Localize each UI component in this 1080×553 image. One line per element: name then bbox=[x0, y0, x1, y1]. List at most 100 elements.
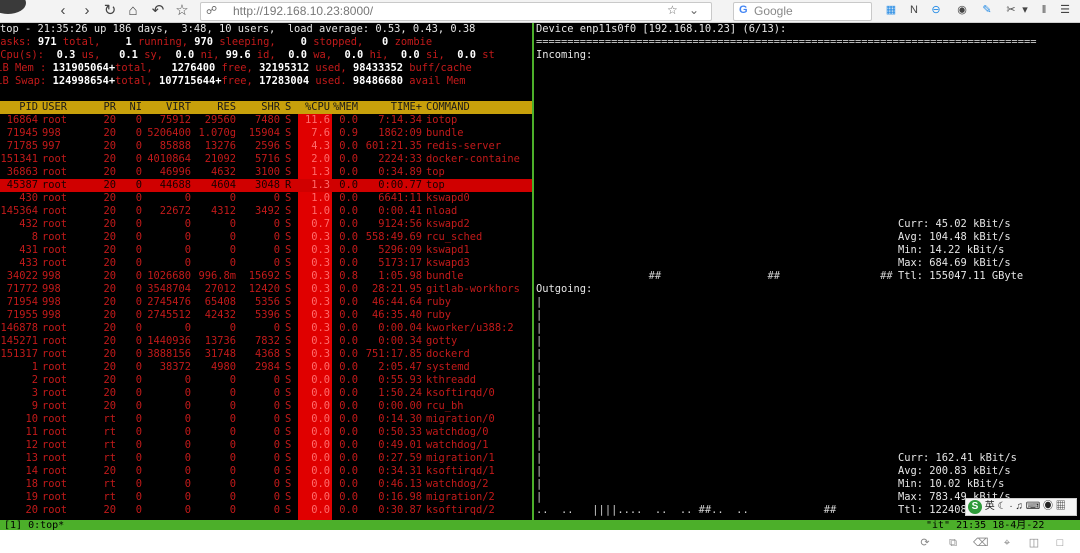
grid-icon[interactable]: ▦ bbox=[1056, 501, 1066, 512]
process-row[interactable]: 14 root 20 0 0 0 0 S 0.0 0.0 0:34.31 ksoftirqd/1 bbox=[0, 465, 532, 478]
url-text[interactable]: http://192.168.10.23:8000/ bbox=[233, 4, 373, 18]
process-row[interactable]: 433 root 20 0 0 0 0 S 0.3 0.0 5173:17 kswapd3 bbox=[0, 257, 532, 270]
process-row[interactable]: 34022 998 20 0 1026680 996.8m 15692 S 0.3 0.8 1:05… bbox=[0, 270, 532, 283]
trash-icon[interactable]: ⌫ bbox=[973, 536, 989, 550]
process-row[interactable]: 8 root 20 0 0 0 0 S 0.3 0.0 558:49.69 rcu_sched bbox=[0, 231, 532, 244]
column-header[interactable]: SHR bbox=[261, 101, 280, 114]
process-row[interactable]: 71954 998 20 0 2745476 65408 5356 S 0.3 0.0 46:44.… bbox=[0, 296, 532, 309]
shirt-icon[interactable]: ◉ bbox=[1043, 501, 1053, 512]
process-cell: 42432 bbox=[204, 309, 236, 321]
process-row[interactable]: 9 root 20 0 0 0 0 S 0.0 0.0 0:00.00 rcu_bh bbox=[0, 400, 532, 413]
search-input[interactable]: Google bbox=[754, 4, 793, 18]
search-box[interactable]: G Google bbox=[733, 2, 872, 21]
address-bar[interactable]: ☍ http://192.168.10.23:8000/ ☆ ⌄ bbox=[200, 2, 712, 21]
copy-icon[interactable]: ⧉ bbox=[946, 536, 960, 550]
column-header[interactable]: PR bbox=[103, 101, 116, 114]
process-row[interactable]: 1 root 20 0 38372 4980 2984 S 0.0 0.0 2:05.47 syste… bbox=[0, 361, 532, 374]
forward-icon[interactable]: › bbox=[77, 1, 97, 21]
moon-icon[interactable]: ☾ bbox=[998, 501, 1007, 512]
edit-icon[interactable]: ✎ bbox=[980, 3, 994, 17]
undo-icon[interactable]: ↶ bbox=[148, 1, 168, 21]
sogou-ime-icon[interactable]: S bbox=[968, 500, 982, 514]
process-row[interactable]: 151317 root 20 0 3888156 31748 4368 S 0.3 0.0 751:… bbox=[0, 348, 532, 361]
bookmark-star-icon[interactable]: ☆ bbox=[172, 1, 192, 21]
terminal-window[interactable]: top - 21:35:26 up 186 days, 3:48, 10 use… bbox=[0, 23, 1080, 530]
process-row[interactable]: 430 root 20 0 0 0 0 S 1.0 0.0 6641:11 kswapd0 bbox=[0, 192, 532, 205]
chevron-down-icon[interactable]: ▾ bbox=[1018, 3, 1032, 17]
minus-circle-icon[interactable]: ⊖ bbox=[929, 3, 943, 17]
column-header[interactable]: PID bbox=[19, 101, 38, 114]
process-row[interactable]: 11 root rt 0 0 0 0 S 0.0 0.0 0:50.33 watchdog/0 bbox=[0, 426, 532, 439]
dot-icon[interactable]: · bbox=[1009, 501, 1012, 512]
process-cell: 20 bbox=[103, 348, 116, 360]
process-cell: 2:05.47 bbox=[378, 361, 422, 373]
column-header[interactable]: NI bbox=[129, 101, 142, 114]
windows-icon[interactable]: ▦ bbox=[884, 3, 898, 17]
dropdown-chevron-icon[interactable]: ⌄ bbox=[689, 3, 699, 17]
process-row[interactable]: 20 root 20 0 0 0 0 S 0.0 0.0 0:30.87 ksoftirqd/2 bbox=[0, 504, 532, 517]
process-row[interactable]: 71785 997 20 0 85888 13276 2596 S 4.3 0.0 601:21.3… bbox=[0, 140, 532, 153]
ime-toolbar[interactable]: S 英 ☾ · ♫ ⌨ ◉ ▦ bbox=[965, 498, 1077, 516]
process-row[interactable]: 145271 root 20 0 1440936 13736 7832 S 0.3 0.0 0:00… bbox=[0, 335, 532, 348]
keyboard-icon[interactable]: ⌨ bbox=[1026, 501, 1040, 512]
home-icon[interactable]: ⌂ bbox=[123, 1, 143, 21]
menu-icon[interactable]: ☰ bbox=[1058, 3, 1072, 17]
profile-avatar[interactable] bbox=[0, 0, 26, 14]
process-row[interactable]: 146878 root 20 0 0 0 0 S 0.3 0.0 0:00.04 kworker/u3… bbox=[0, 322, 532, 335]
process-row[interactable]: 145364 root 20 0 22672 4312 3492 S 1.0 0.0 0:00.41… bbox=[0, 205, 532, 218]
process-row[interactable]: 10 root rt 0 0 0 0 S 0.0 0.0 0:14.30 migration/0 bbox=[0, 413, 532, 426]
ime-language-label[interactable]: 英 bbox=[985, 501, 995, 512]
process-row[interactable]: 19 root rt 0 0 0 0 S 0.0 0.0 0:16.98 migration/2 bbox=[0, 491, 532, 504]
back-icon[interactable]: ‹ bbox=[53, 1, 73, 21]
chat-icon[interactable]: □ bbox=[1053, 536, 1067, 550]
process-cell: 2596 bbox=[254, 140, 280, 152]
column-header[interactable]: USER bbox=[42, 101, 67, 114]
process-cell: 0.0 bbox=[311, 504, 330, 516]
process-row[interactable]: 36863 root 20 0 46996 4632 3100 S 1.3 0.0 0:34.89 t… bbox=[0, 166, 532, 179]
process-cell: 20 bbox=[103, 205, 116, 217]
nload-pane[interactable]: Device enp11s0f0 [192.168.10.23] (6/13):… bbox=[536, 23, 1080, 520]
column-header[interactable]: S bbox=[285, 101, 291, 114]
process-cell: 0 bbox=[184, 218, 191, 230]
rotate-icon[interactable]: ⟳ bbox=[918, 536, 932, 550]
tmux-window-list[interactable]: [1] 0:top* bbox=[4, 520, 64, 530]
column-header[interactable]: %MEM bbox=[333, 101, 358, 114]
process-row[interactable]: 2 root 20 0 0 0 0 S 0.0 0.0 0:55.93 kthreadd bbox=[0, 374, 532, 387]
column-header[interactable]: VIRT bbox=[166, 101, 191, 114]
split-icon[interactable]: ◫ bbox=[1027, 536, 1041, 550]
process-row[interactable]: 45387 root 20 0 44688 4604 3048 R 1.3 0.0 0:00.77 t… bbox=[0, 179, 532, 192]
column-header[interactable]: COMMAND bbox=[426, 101, 470, 114]
process-cell: 0 bbox=[273, 426, 280, 438]
column-header[interactable]: TIME+ bbox=[391, 101, 422, 114]
process-row[interactable]: 71955 998 20 0 2745512 42432 5396 S 0.3 0.0 46:35.… bbox=[0, 309, 532, 322]
notion-icon[interactable]: N bbox=[907, 3, 921, 17]
process-row[interactable]: 3 root 20 0 0 0 0 S 0.0 0.0 1:50.24 ksoftirqd/0 bbox=[0, 387, 532, 400]
process-cell: 0 bbox=[135, 140, 142, 152]
process-cell: 0 bbox=[229, 322, 236, 334]
process-row[interactable]: 13 root rt 0 0 0 0 S 0.0 0.0 0:27.59 migration/1 bbox=[0, 452, 532, 465]
reload-icon[interactable]: ↻ bbox=[100, 1, 120, 21]
process-row[interactable]: 432 root 20 0 0 0 0 S 0.7 0.0 9124:56 kswapd2 bbox=[0, 218, 532, 231]
process-row[interactable]: 71945 998 20 0 5206400 1.070g 15904 S 7.6 0.9 1862… bbox=[0, 127, 532, 140]
process-row[interactable]: 16864 root 20 0 75912 29560 7480 S 11.6 0.0 7:14.3… bbox=[0, 114, 532, 127]
process-cell: 12420 bbox=[248, 283, 280, 295]
process-cell: 0 bbox=[229, 504, 236, 516]
process-row[interactable]: 151341 root 20 0 4010864 21092 5716 S 2.0 0.0 2224… bbox=[0, 153, 532, 166]
process-row[interactable]: 71772 998 20 0 3548704 27012 12420 S 0.3 0.0 28:21… bbox=[0, 283, 532, 296]
column-header[interactable]: %CPU bbox=[305, 101, 330, 114]
process-cell: 431 bbox=[19, 244, 38, 256]
crop-icon[interactable]: ⌖ bbox=[1000, 536, 1014, 550]
microphone-icon[interactable]: ♫ bbox=[1015, 501, 1023, 512]
process-row[interactable]: 431 root 20 0 0 0 0 S 0.3 0.0 5296:09 kswapd1 bbox=[0, 244, 532, 257]
process-cell: 0 bbox=[135, 361, 142, 373]
column-header[interactable]: RES bbox=[217, 101, 236, 114]
reader-icon[interactable]: ☆ bbox=[667, 3, 678, 17]
scissors-icon[interactable]: ✂ bbox=[1004, 3, 1018, 17]
top-pane[interactable]: top - 21:35:26 up 186 days, 3:48, 10 use… bbox=[0, 23, 532, 520]
library-icon[interactable]: ‖ bbox=[1037, 3, 1051, 17]
process-row[interactable]: 18 root rt 0 0 0 0 S 0.0 0.0 0:46.13 watchdog/2 bbox=[0, 478, 532, 491]
process-cell: 4312 bbox=[210, 205, 236, 217]
process-row[interactable]: 12 root rt 0 0 0 0 S 0.0 0.0 0:49.01 watchdog/1 bbox=[0, 439, 532, 452]
ghost-icon[interactable]: ◉ bbox=[955, 3, 969, 17]
pane-divider[interactable] bbox=[532, 23, 534, 520]
